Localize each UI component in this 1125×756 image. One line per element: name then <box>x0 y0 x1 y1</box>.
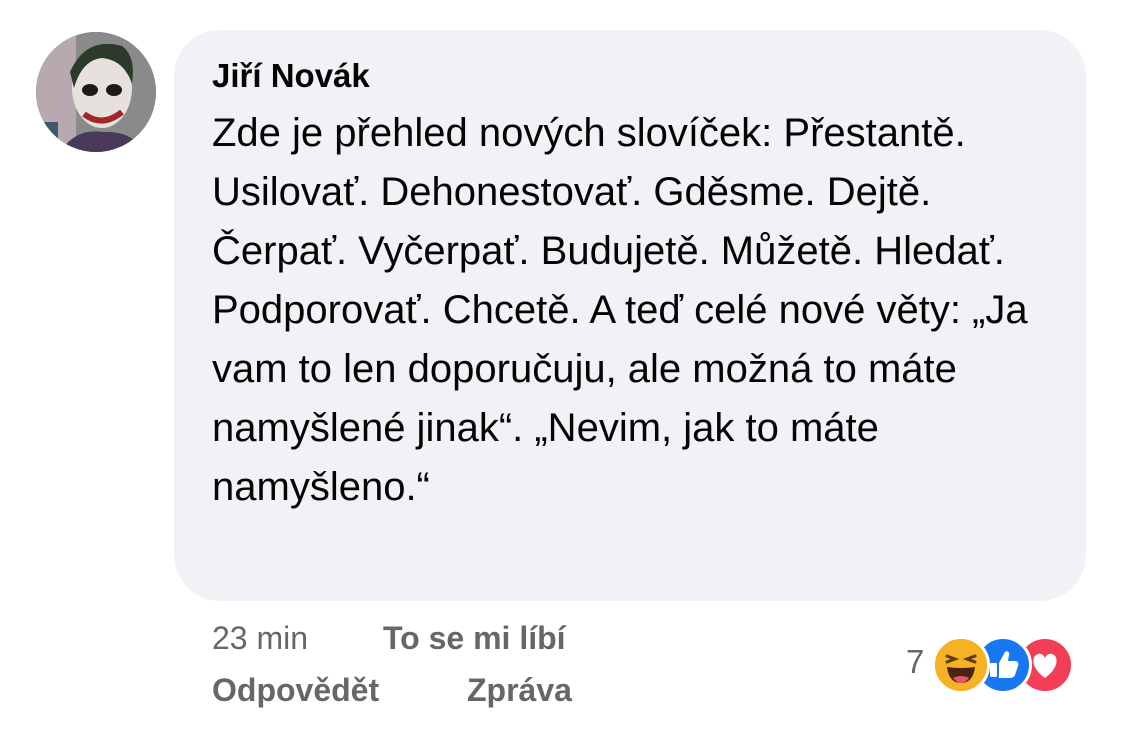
comment-bubble: Jiří Novák Zde je přehled nových slovíče… <box>174 30 1086 601</box>
reply-button[interactable]: Odpovědět <box>212 670 467 710</box>
avatar-image <box>36 32 156 152</box>
comment-author[interactable]: Jiří Novák <box>212 56 1056 96</box>
comment-text: Zde je přehled nových slovíček: Přestant… <box>212 111 1028 509</box>
avatar[interactable] <box>36 32 156 152</box>
like-button[interactable]: To se mi líbí <box>383 620 566 656</box>
haha-icon <box>932 636 991 694</box>
message-button[interactable]: Zpráva <box>467 672 572 708</box>
comment-actions: 23 min To se mi líbí Odpovědět Zpráva <box>212 618 572 722</box>
reaction-count: 7 <box>906 643 925 680</box>
reaction-icons <box>932 634 1075 694</box>
reaction-summary[interactable]: 7 <box>906 634 1075 694</box>
comment-timestamp[interactable]: 23 min <box>212 618 383 658</box>
